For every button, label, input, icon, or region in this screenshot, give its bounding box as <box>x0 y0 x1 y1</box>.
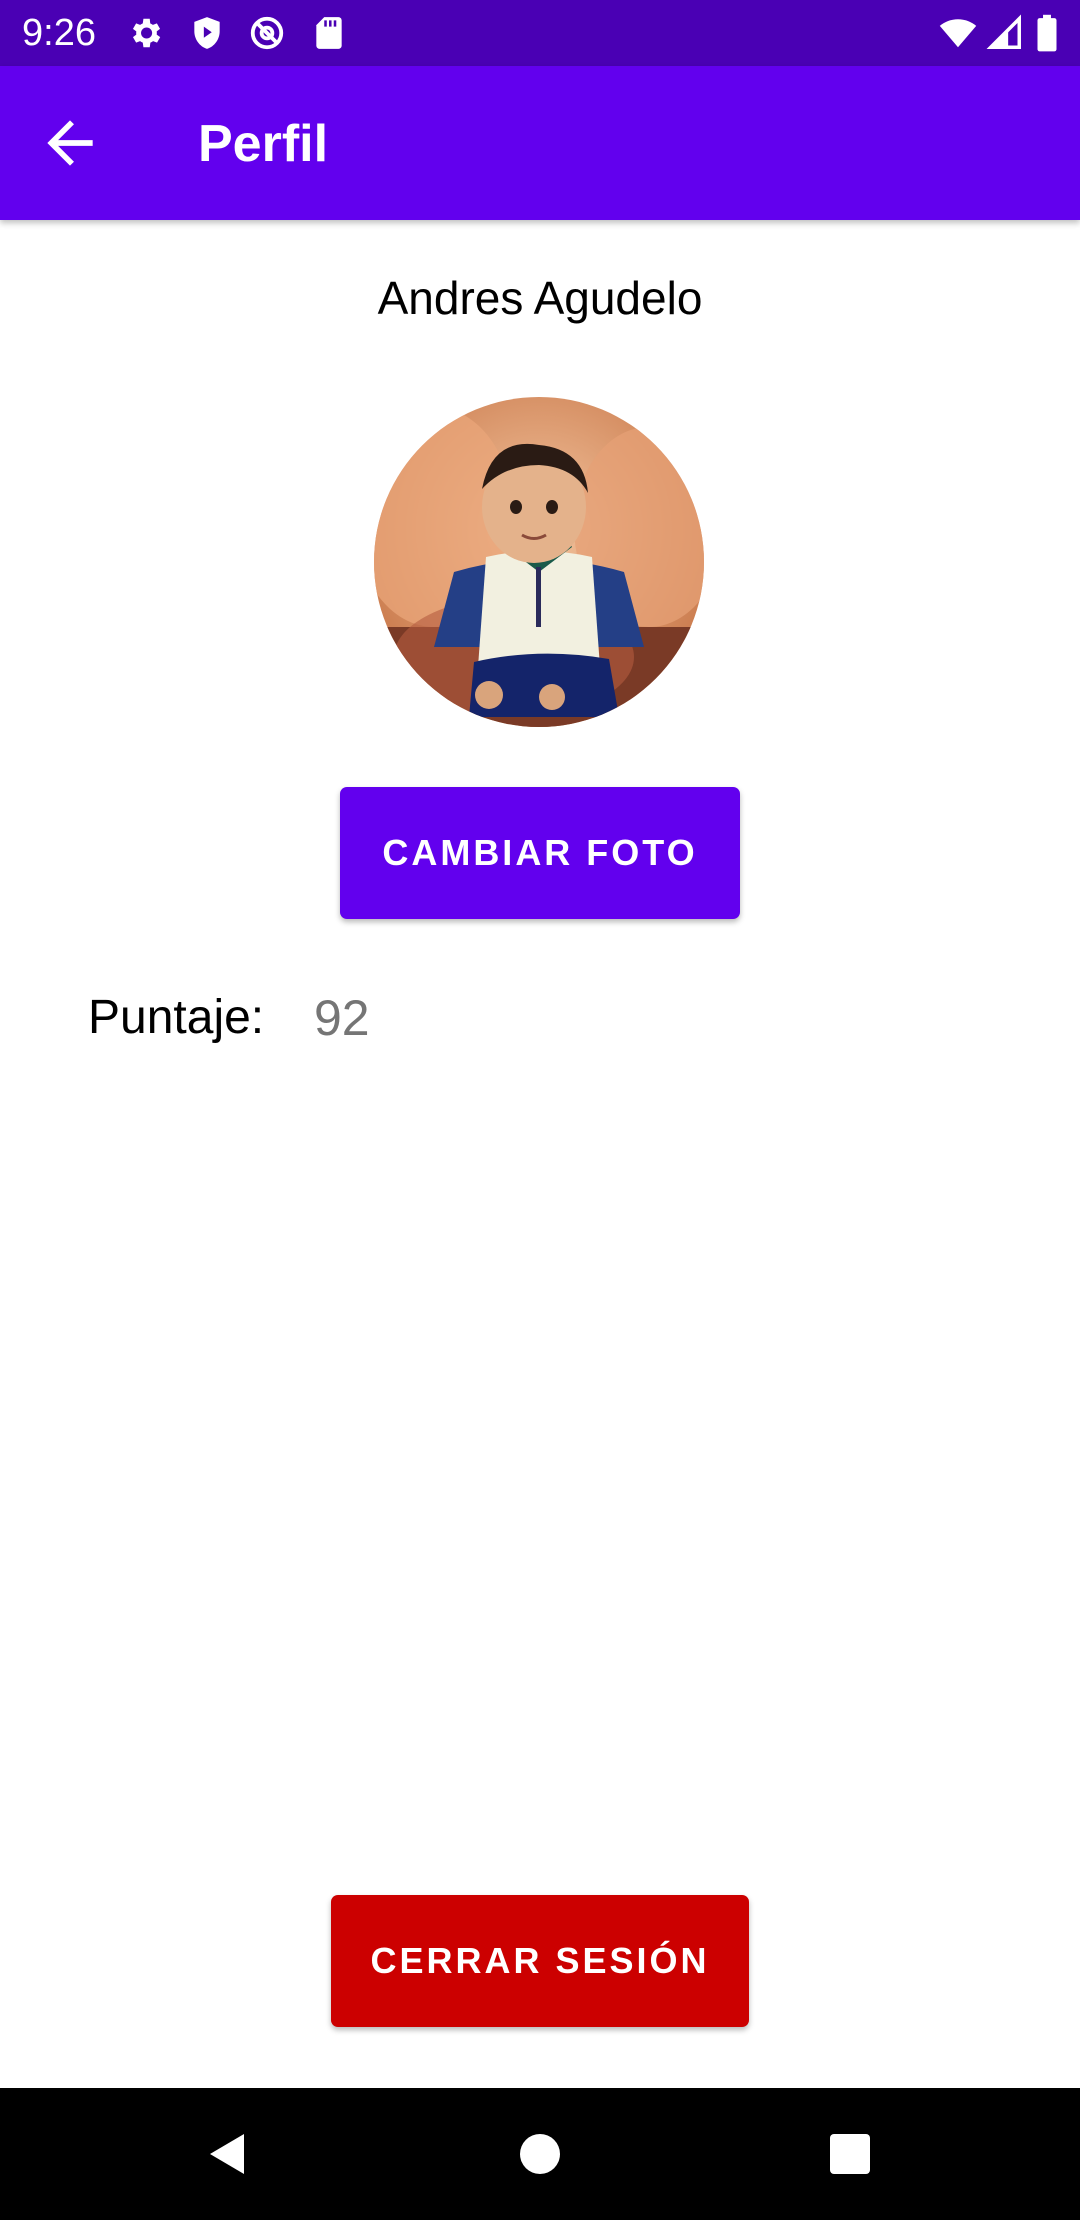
logout-button[interactable]: CERRAR SESIÓN <box>331 1895 749 2027</box>
gear-icon <box>126 14 164 52</box>
back-button[interactable] <box>36 109 104 177</box>
status-time: 9:26 <box>22 12 96 54</box>
at-sign-icon <box>248 14 286 52</box>
user-name: Andres Agudelo <box>377 272 703 324</box>
home-circle-icon <box>520 2134 560 2174</box>
sd-card-icon <box>310 14 348 52</box>
status-bar: 9:26 <box>0 0 1080 66</box>
system-nav-bar <box>0 2088 1080 2220</box>
nav-back-button[interactable] <box>204 2130 252 2178</box>
nav-recents-button[interactable] <box>826 2130 874 2178</box>
score-label: Puntaje: <box>88 991 265 1044</box>
app-bar: Perfil <box>0 66 1080 220</box>
back-triangle-icon <box>210 2134 244 2174</box>
shield-play-icon <box>188 14 226 52</box>
wifi-icon <box>936 14 980 52</box>
score-value: 92 <box>314 990 370 1046</box>
arrow-left-icon <box>47 120 93 166</box>
recents-square-icon <box>830 2134 870 2174</box>
page-title: Perfil <box>198 115 329 173</box>
change-photo-button[interactable]: CAMBIAR FOTO <box>340 787 740 919</box>
avatar <box>374 397 704 727</box>
nav-home-button[interactable] <box>516 2130 564 2178</box>
profile-photo <box>374 397 704 727</box>
battery-icon <box>1032 14 1062 52</box>
cell-signal-icon <box>986 14 1024 52</box>
